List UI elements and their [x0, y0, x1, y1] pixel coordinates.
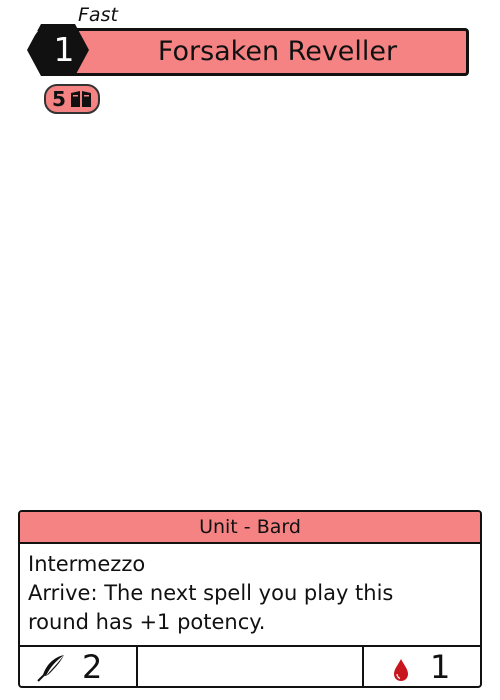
lightning-bolt-icon — [28, 24, 38, 42]
attack-value: 2 — [82, 648, 103, 686]
speed-label: Fast — [78, 4, 118, 26]
quill-icon — [37, 655, 64, 682]
blood-drop-icon — [394, 659, 408, 681]
rules-line-continuation: round has +1 potency. — [28, 610, 266, 634]
type-line: Unit - Bard — [20, 512, 480, 544]
cost-badge: 1 — [27, 24, 89, 76]
rules-line-keyword: Intermezzo — [28, 552, 146, 576]
cost-value: 1 — [53, 30, 75, 69]
card-title-bar: Forsaken Reveller — [46, 28, 469, 76]
rules-line-arrive: Arrive: The next spell you play this — [28, 581, 394, 605]
attack-stat: 2 — [20, 647, 138, 686]
book-icon — [71, 91, 91, 107]
stats-row: 2 1 — [20, 645, 480, 686]
health-value: 1 — [430, 648, 451, 686]
card-name: Forsaken Reveller — [157, 36, 398, 67]
rules-box: Unit - Bard Intermezzo Arrive: The next … — [18, 510, 482, 688]
deck-count-badge: 5 — [44, 84, 100, 114]
deck-count-value: 5 — [52, 87, 66, 111]
rules-text: Intermezzo Arrive: The next spell you pl… — [28, 550, 472, 637]
health-stat: 1 — [362, 647, 480, 686]
